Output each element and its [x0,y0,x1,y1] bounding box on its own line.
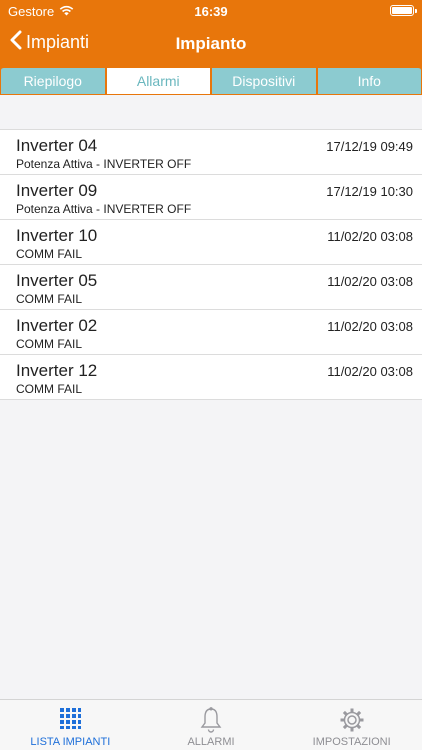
alarm-list: Inverter 04 Potenza Attiva - INVERTER OF… [0,129,422,400]
tab-riepilogo[interactable]: Riepilogo [1,67,105,94]
list-item[interactable]: Inverter 10 COMM FAIL 11/02/20 03:08 [0,220,422,265]
alarm-timestamp: 11/02/20 03:08 [327,274,413,289]
alarm-description: COMM FAIL [16,382,83,396]
alarm-timestamp: 11/02/20 03:08 [327,319,413,334]
tab-label: LISTA IMPIANTI [30,736,111,748]
list-item[interactable]: Inverter 04 Potenza Attiva - INVERTER OF… [0,130,422,175]
tab-impostazioni[interactable]: IMPOSTAZIONI [281,700,422,750]
header: Gestore 16:39 Impianti Impianto [0,0,422,66]
alarm-timestamp: 11/02/20 03:08 [327,364,413,379]
list-item[interactable]: Inverter 12 COMM FAIL 11/02/20 03:08 [0,355,422,400]
alarm-device: Inverter 09 [16,181,98,200]
back-button-label: Impianti [26,32,90,52]
status-bar: Gestore 16:39 [0,0,422,22]
tab-label: Riepilogo [23,73,82,89]
tab-info[interactable]: Info [317,67,421,94]
tab-label: ALLARMI [187,736,235,748]
tab-dispositivi[interactable]: Dispositivi [212,67,316,94]
alarm-description: COMM FAIL [16,292,83,306]
gear-icon [339,707,365,738]
tab-label: Allarmi [136,73,180,89]
tab-allarmi[interactable]: Allarmi [106,67,210,94]
list-item[interactable]: Inverter 09 Potenza Attiva - INVERTER OF… [0,175,422,220]
alarm-timestamp: 11/02/20 03:08 [327,229,413,244]
alarm-description: Potenza Attiva - INVERTER OFF [16,202,192,216]
alarm-description: Potenza Attiva - INVERTER OFF [16,157,192,171]
alarm-timestamp: 17/12/19 10:30 [326,184,413,199]
tab-label: Info [357,73,381,89]
tab-label: IMPOSTAZIONI [312,736,391,748]
alarm-description: COMM FAIL [16,337,83,351]
grid-icon [59,707,82,734]
list-item[interactable]: Inverter 05 COMM FAIL 11/02/20 03:08 [0,265,422,310]
tab-lista-impianti[interactable]: LISTA IMPIANTI [0,700,141,750]
tab-allarmi-bottom[interactable]: ALLARMI [141,700,282,750]
alarm-device: Inverter 12 [16,361,98,380]
alarm-timestamp: 17/12/19 09:49 [326,139,413,154]
clock: 16:39 [194,4,228,19]
battery-icon [390,5,417,16]
chevron-left-icon [10,30,22,55]
navbar: Impianti Impianto [0,22,422,66]
alarm-device: Inverter 10 [16,226,98,245]
alarm-description: COMM FAIL [16,247,83,261]
alarm-device: Inverter 02 [16,316,98,335]
segmented-control: Riepilogo Allarmi Dispositivi Info [0,66,422,95]
bell-icon [199,707,223,738]
tab-label: Dispositivi [232,73,296,89]
alarm-device: Inverter 04 [16,136,98,155]
alarm-device: Inverter 05 [16,271,98,290]
list-item[interactable]: Inverter 02 COMM FAIL 11/02/20 03:08 [0,310,422,355]
tab-bar: LISTA IMPIANTI ALLARMI IMPOSTAZIONI [0,699,422,750]
back-button[interactable]: Impianti [10,30,89,55]
